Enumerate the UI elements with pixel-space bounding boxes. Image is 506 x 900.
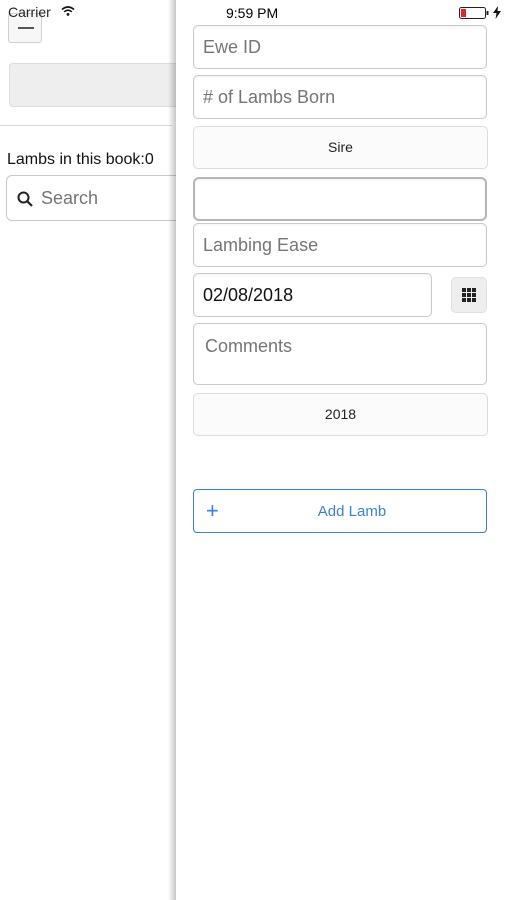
battery-icon [459, 7, 489, 19]
comments-field[interactable] [193, 323, 487, 385]
charging-bolt-icon [493, 6, 501, 19]
panel-shadow [168, 0, 176, 900]
background-button[interactable] [9, 63, 189, 107]
calendar-button[interactable] [451, 277, 487, 313]
calendar-grid-icon [462, 288, 476, 302]
lambs-born-field[interactable] [193, 75, 487, 119]
add-lamb-button[interactable]: + Add Lamb [193, 489, 487, 533]
year-button[interactable]: 2018 [193, 393, 488, 436]
sire-button[interactable]: Sire [193, 126, 488, 169]
hamburger-icon [18, 27, 34, 29]
background-page: Lambs in this book:0 [0, 0, 196, 900]
carrier-label: Carrier [8, 4, 51, 20]
status-bar: Carrier 9:59 PM [0, 0, 506, 26]
ewe-id-field[interactable] [193, 25, 487, 69]
unlabeled-field[interactable] [193, 177, 487, 221]
clock-time: 9:59 PM [226, 5, 279, 21]
divider [0, 125, 172, 126]
lambing-ease-field[interactable] [193, 223, 487, 267]
wifi-icon [61, 6, 75, 16]
search-icon [17, 191, 33, 207]
add-lamb-label: Add Lamb [317, 503, 387, 520]
lamb-form-panel: Sire 2018 + Add Lamb [176, 0, 506, 900]
date-field[interactable] [193, 273, 432, 317]
lamb-count-label: Lambs in this book:0 [7, 151, 154, 168]
search-input[interactable] [41, 188, 181, 209]
